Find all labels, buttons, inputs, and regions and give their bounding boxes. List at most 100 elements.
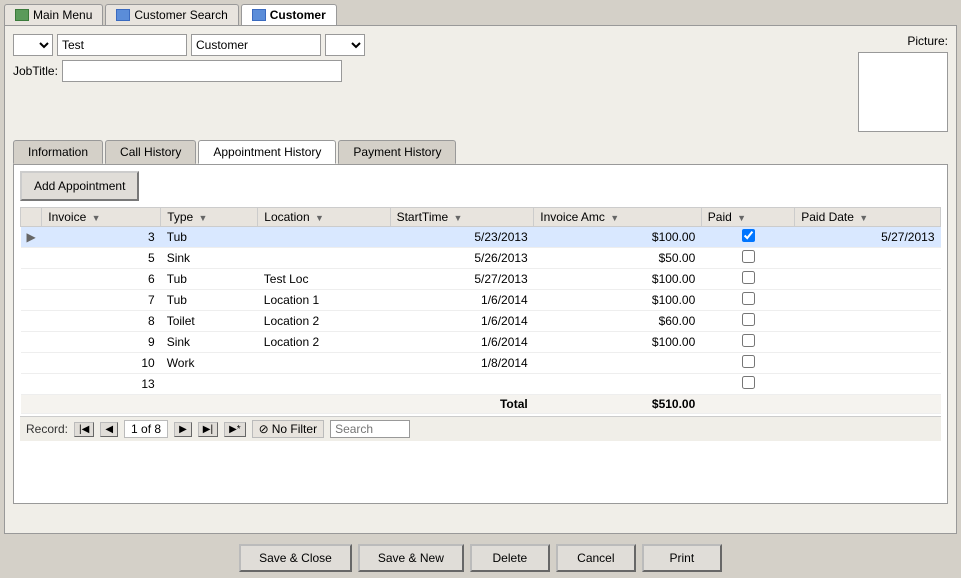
save-close-button[interactable]: Save & Close: [239, 544, 352, 572]
tab-payment-history[interactable]: Payment History: [338, 140, 456, 164]
table-cell: $60.00: [534, 311, 702, 332]
form-right: Picture:: [858, 34, 948, 132]
paid-checkbox-cell[interactable]: [701, 248, 794, 269]
title-bar: Main Menu Customer Search Customer: [0, 0, 961, 25]
paid-checkbox[interactable]: [742, 250, 755, 263]
action-bar: Save & Close Save & New Delete Cancel Pr…: [0, 538, 961, 578]
table-cell: 5/27/2013: [390, 269, 534, 290]
nav-position: 1 of 8: [124, 420, 168, 438]
type-sort-icon: ▼: [199, 213, 208, 223]
starttime-col-header[interactable]: StartTime ▼: [390, 208, 534, 227]
table-row[interactable]: 6TubTest Loc5/27/2013$100.00: [21, 269, 941, 290]
table-row[interactable]: ▶3Tub5/23/2013$100.005/27/2013: [21, 227, 941, 248]
paid-checkbox-cell[interactable]: [701, 332, 794, 353]
table-cell: 1/6/2014: [390, 332, 534, 353]
paid-col-header[interactable]: Paid ▼: [701, 208, 794, 227]
search-input[interactable]: [330, 420, 410, 438]
table-cell: $100.00: [534, 269, 702, 290]
paiddate-col-header[interactable]: Paid Date ▼: [795, 208, 941, 227]
no-filter-button[interactable]: ⊘ No Filter: [252, 420, 324, 438]
delete-button[interactable]: Delete: [470, 544, 550, 572]
tab-appointment-history[interactable]: Appointment History: [198, 140, 336, 164]
jobtitle-row: JobTitle:: [13, 60, 850, 82]
paid-checkbox-cell[interactable]: [701, 353, 794, 374]
row-selector: [21, 332, 42, 353]
paid-checkbox[interactable]: [742, 271, 755, 284]
type-col-header[interactable]: Type ▼: [161, 208, 258, 227]
invoice-sort-icon: ▼: [92, 213, 101, 223]
paid-checkbox[interactable]: [742, 229, 755, 242]
customer-search-icon: [116, 9, 130, 21]
table-row[interactable]: 10Work1/8/2014: [21, 353, 941, 374]
prefix-select[interactable]: [13, 34, 53, 56]
paid-checkbox[interactable]: [742, 334, 755, 347]
add-appointment-button[interactable]: Add Appointment: [20, 171, 139, 201]
paiddate-sort-icon: ▼: [859, 213, 868, 223]
name-row: [13, 34, 850, 56]
table-cell: Sink: [161, 248, 258, 269]
table-cell: [390, 374, 534, 395]
paid-checkbox-cell[interactable]: [701, 374, 794, 395]
table-cell: 8: [42, 311, 161, 332]
paid-checkbox-cell[interactable]: [701, 311, 794, 332]
paid-date-cell: [795, 269, 941, 290]
table-cell: [534, 374, 702, 395]
paid-date-cell: [795, 332, 941, 353]
paid-checkbox[interactable]: [742, 292, 755, 305]
table-row[interactable]: 8ToiletLocation 21/6/2014$60.00: [21, 311, 941, 332]
table-cell: 5: [42, 248, 161, 269]
tab-customer-search-label: Customer Search: [134, 8, 227, 22]
paid-checkbox-cell[interactable]: [701, 269, 794, 290]
suffix-select[interactable]: [325, 34, 365, 56]
nav-new-button[interactable]: ▶*: [224, 422, 246, 437]
table-row[interactable]: 9SinkLocation 21/6/2014$100.00: [21, 332, 941, 353]
table-cell: 10: [42, 353, 161, 374]
tab-main-menu-label: Main Menu: [33, 8, 92, 22]
row-selector: ▶: [21, 227, 42, 248]
jobtitle-input[interactable]: [62, 60, 342, 82]
customer-icon: [252, 9, 266, 21]
paid-checkbox[interactable]: [742, 355, 755, 368]
paid-checkbox-cell[interactable]: [701, 290, 794, 311]
tab-customer[interactable]: Customer: [241, 4, 337, 25]
tab-information[interactable]: Information: [13, 140, 103, 164]
nav-last-button[interactable]: ▶|: [198, 422, 218, 437]
paid-date-cell: [795, 374, 941, 395]
tab-customer-search[interactable]: Customer Search: [105, 4, 238, 25]
total-row: Total$510.00: [21, 395, 941, 414]
row-selector: [21, 374, 42, 395]
table-cell: Location 2: [258, 332, 390, 353]
nav-next-button[interactable]: ▶: [174, 422, 192, 437]
amount-col-header[interactable]: Invoice Amc ▼: [534, 208, 702, 227]
print-button[interactable]: Print: [642, 544, 722, 572]
main-menu-icon: [15, 9, 29, 21]
first-name-input[interactable]: [57, 34, 187, 56]
table-cell: $50.00: [534, 248, 702, 269]
table-cell: [258, 227, 390, 248]
tab-call-history[interactable]: Call History: [105, 140, 196, 164]
picture-box: [858, 52, 948, 132]
table-cell: 1/8/2014: [390, 353, 534, 374]
picture-label: Picture:: [907, 34, 948, 48]
table-row[interactable]: 7TubLocation 11/6/2014$100.00: [21, 290, 941, 311]
table-cell: [161, 374, 258, 395]
paid-date-cell: [795, 353, 941, 374]
table-row[interactable]: 5Sink 5/26/2013$50.00: [21, 248, 941, 269]
paid-checkbox-cell[interactable]: [701, 227, 794, 248]
tab-customer-label: Customer: [270, 8, 326, 22]
paid-checkbox[interactable]: [742, 313, 755, 326]
table-cell: 1/6/2014: [390, 311, 534, 332]
tab-main-menu[interactable]: Main Menu: [4, 4, 103, 25]
invoice-col-header[interactable]: Invoice ▼: [42, 208, 161, 227]
table-cell: Location 1: [258, 290, 390, 311]
last-name-input[interactable]: [191, 34, 321, 56]
table-row[interactable]: 13: [21, 374, 941, 395]
nav-prev-button[interactable]: ◀: [100, 422, 118, 437]
save-new-button[interactable]: Save & New: [358, 544, 464, 572]
cancel-button[interactable]: Cancel: [556, 544, 636, 572]
total-label: Total: [42, 395, 534, 414]
nav-first-button[interactable]: |◀: [74, 422, 94, 437]
table-cell: 5/26/2013: [390, 248, 534, 269]
paid-checkbox[interactable]: [742, 376, 755, 389]
location-col-header[interactable]: Location ▼: [258, 208, 390, 227]
